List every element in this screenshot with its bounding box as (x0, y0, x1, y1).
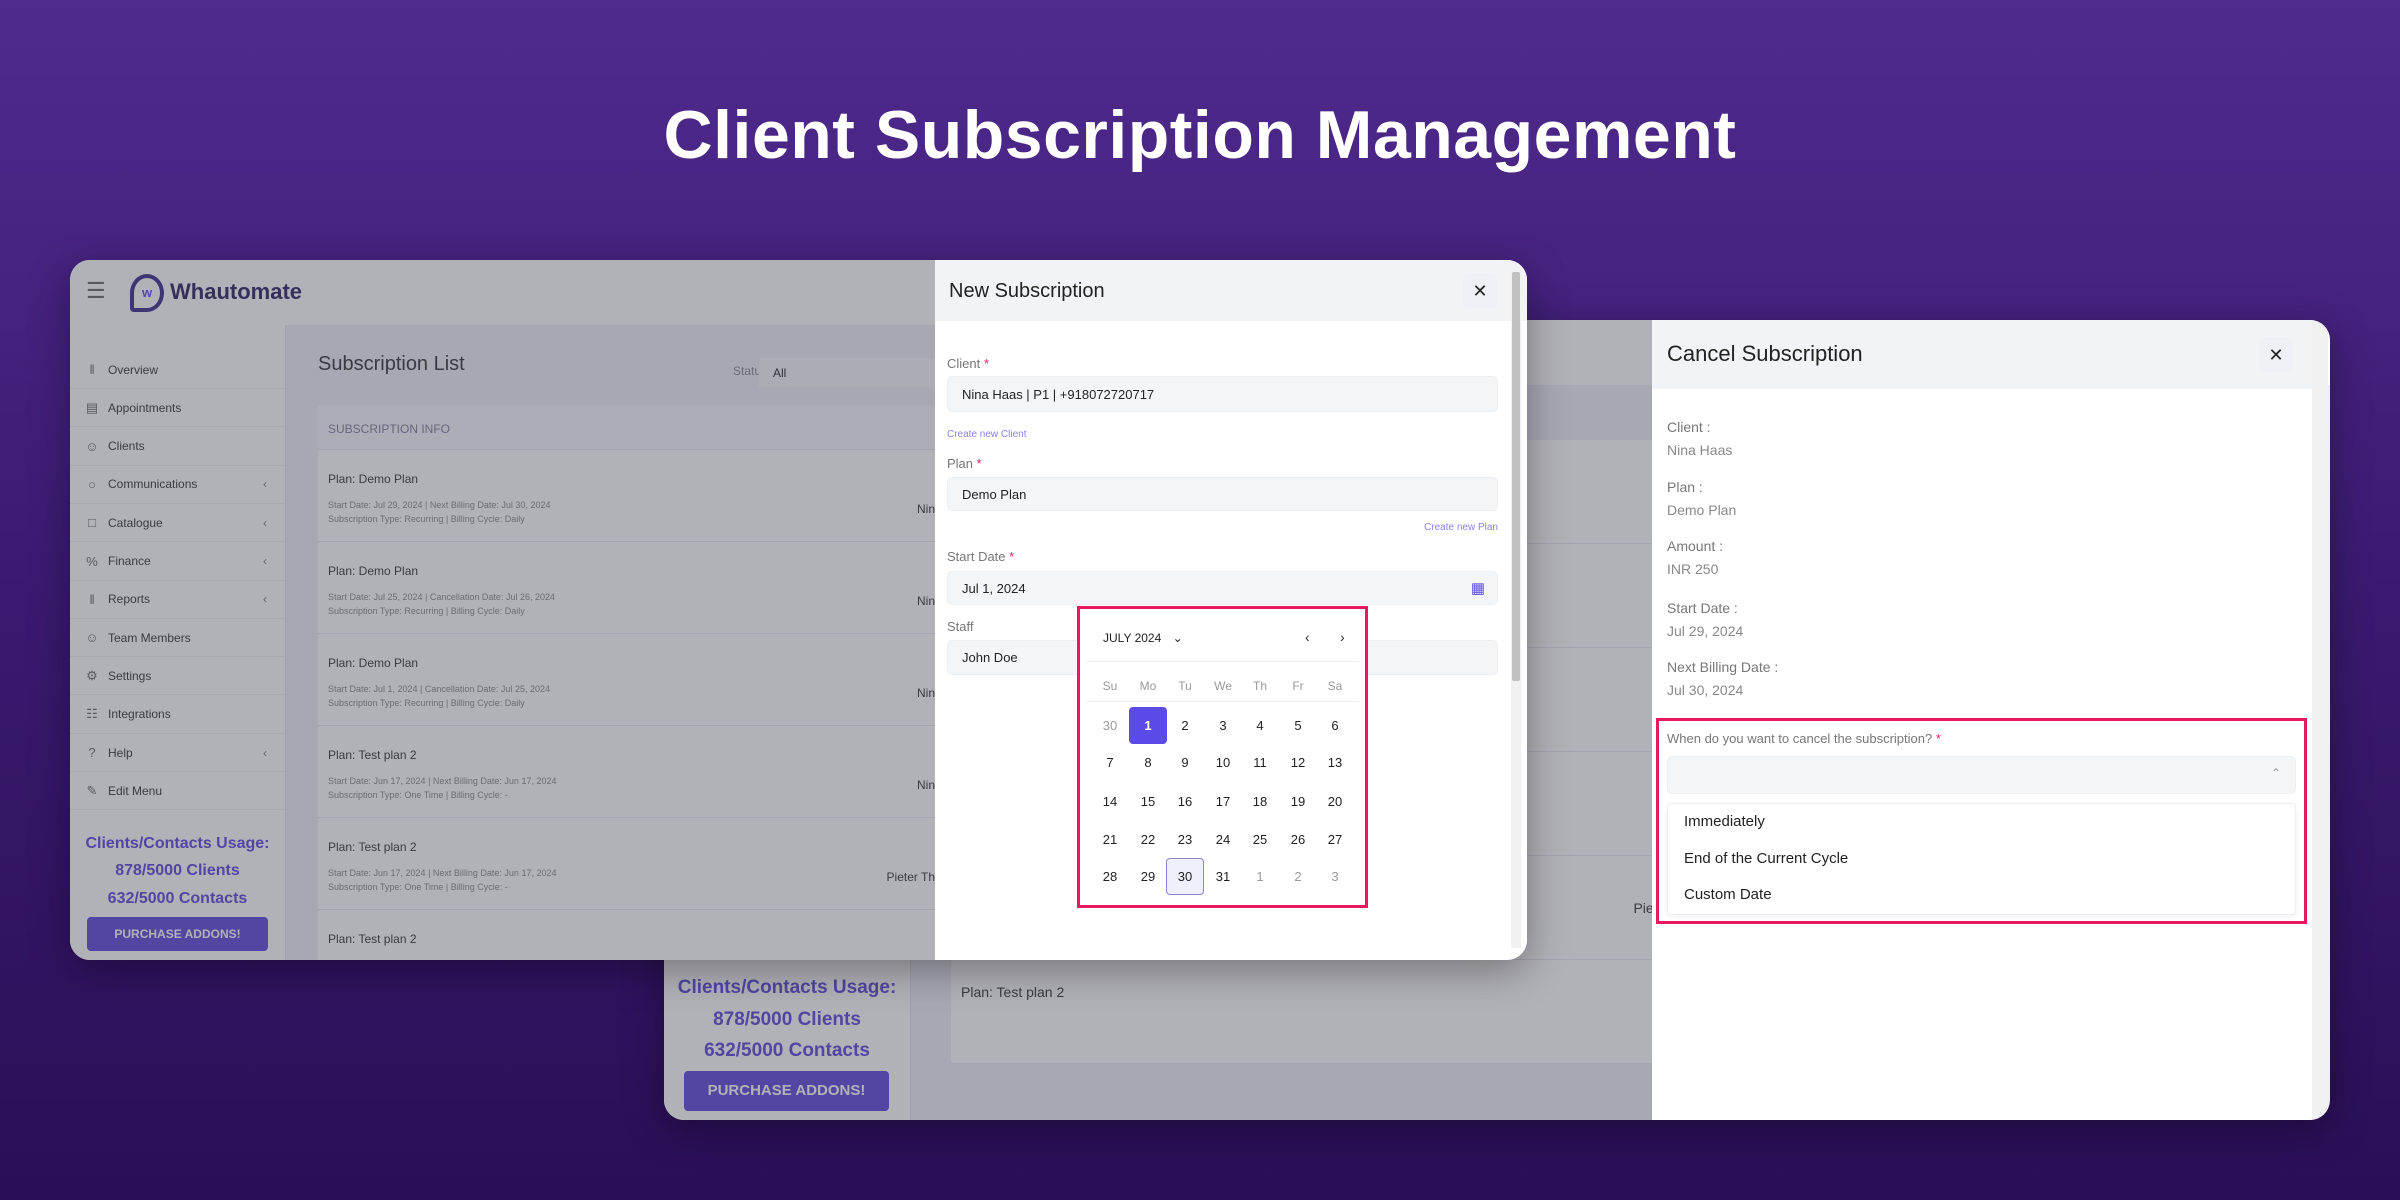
required-mark: * (976, 456, 982, 471)
calendar-day[interactable]: 14 (1091, 783, 1129, 820)
option-end-of-the-current-cycle[interactable]: End of the Current Cycle (1684, 850, 1848, 867)
field-label: Plan : (1667, 479, 1703, 495)
modal-title: New Subscription (949, 280, 1105, 302)
staff-label: Staff (947, 619, 974, 634)
cancel-subscription-panel: Cancel Subscription ✕ Client : Nina Haas P… (1652, 320, 2312, 1120)
calendar-day[interactable]: 22 (1129, 821, 1167, 858)
modal-header: New Subscription ✕ (935, 260, 1527, 321)
field-label: Start Date : (1667, 600, 1738, 616)
weekday-label: Th (1252, 679, 1267, 693)
calendar-day[interactable]: 15 (1129, 783, 1167, 820)
app-window-new: ☰ w Whautomate ‖ Overview ▤ Appointments ☺ Cl… (70, 260, 1527, 960)
new-subscription-modal: New Subscription ✕ Client * Nina Haas | … (935, 260, 1527, 960)
calendar-day[interactable]: 28 (1091, 858, 1129, 895)
date-picker: JULY 2024 ⌄ ‹ › Su Mo Tu We Th Fr Sa 30 1 2 3 4 5 6 7 8… (1077, 606, 1368, 908)
start-date-label-text: Start Date (947, 549, 1006, 564)
weekday-label: Fr (1292, 679, 1304, 693)
calendar-day[interactable]: 7 (1091, 744, 1129, 781)
calendar-day[interactable]: 31 (1204, 858, 1242, 895)
required-mark: * (1009, 549, 1015, 564)
calendar-day[interactable]: 3 (1204, 707, 1242, 744)
calendar-day[interactable]: 9 (1166, 744, 1204, 781)
close-icon[interactable]: ✕ (2259, 338, 2293, 372)
panel-scrollbar[interactable] (2312, 320, 2328, 1120)
modal-scrollbar[interactable] (1511, 272, 1521, 948)
calendar-day[interactable]: 21 (1091, 821, 1129, 858)
calendar-day[interactable]: 30 (1166, 858, 1204, 895)
create-new-plan-link[interactable]: Create new Plan (1424, 522, 1498, 533)
page-title: Client Subscription Management (663, 97, 1737, 173)
calendar-day[interactable]: 4 (1241, 707, 1279, 744)
plan-select[interactable]: Demo Plan (947, 477, 1498, 511)
calendar-day[interactable]: 16 (1166, 783, 1204, 820)
field-value: INR 250 (1667, 561, 1719, 577)
chevron-down-icon[interactable]: ⌄ (1173, 631, 1183, 645)
question-text: When do you want to cancel the subscript… (1667, 731, 1933, 746)
calendar-day[interactable]: 24 (1204, 821, 1242, 858)
divider (1086, 701, 1359, 702)
calendar-day[interactable]: 27 (1316, 821, 1354, 858)
required-mark: * (1935, 731, 1941, 746)
calendar-day[interactable]: 12 (1279, 744, 1317, 781)
field-label: Next Billing Date : (1667, 659, 1779, 675)
create-new-client-link[interactable]: Create new Client (947, 429, 1026, 440)
client-select[interactable]: Nina Haas | P1 | +918072720717 (947, 376, 1498, 412)
plan-label-text: Plan (947, 456, 974, 471)
option-immediately[interactable]: Immediately (1684, 813, 1765, 830)
calendar-day[interactable]: 20 (1316, 783, 1354, 820)
calendar-day[interactable]: 13 (1316, 744, 1354, 781)
calendar-day[interactable]: 29 (1129, 858, 1167, 895)
option-custom-date[interactable]: Custom Date (1684, 886, 1772, 903)
chevron-up-icon[interactable]: ⌃ (2271, 766, 2281, 780)
prev-month-icon[interactable]: ‹ (1305, 629, 1310, 645)
field-label: Client : (1667, 419, 1711, 435)
close-icon[interactable]: ✕ (1463, 274, 1497, 308)
weekday-label: Tu (1178, 679, 1192, 693)
start-date-value: Jul 1, 2024 (962, 580, 1026, 596)
calendar-day[interactable]: 18 (1241, 783, 1279, 820)
calendar-day[interactable]: 19 (1279, 783, 1317, 820)
calendar-day[interactable]: 5 (1279, 707, 1317, 744)
calendar-day[interactable]: 25 (1241, 821, 1279, 858)
next-month-icon[interactable]: › (1340, 629, 1345, 645)
calendar-day[interactable]: 2 (1166, 707, 1204, 744)
field-label: Amount : (1667, 538, 1724, 554)
calendar-day[interactable]: 1 (1241, 858, 1279, 895)
start-date-input[interactable]: Jul 1, 2024 ▦ (947, 571, 1498, 605)
calendar-day[interactable]: 17 (1204, 783, 1242, 820)
panel-header: Cancel Subscription ✕ (1652, 320, 2312, 389)
start-date-label: Start Date * (947, 549, 1014, 564)
modal-backdrop[interactable] (70, 260, 935, 960)
calendar-day[interactable]: 2 (1279, 858, 1317, 895)
field-value: Nina Haas (1667, 442, 1733, 458)
weekday-label: Sa (1327, 679, 1343, 693)
scrollbar-thumb[interactable] (1512, 272, 1520, 681)
client-label: Client * (947, 356, 989, 371)
calendar-icon[interactable]: ▦ (1471, 579, 1485, 597)
panel-title: Cancel Subscription (1667, 341, 1863, 366)
weekday-label: We (1214, 679, 1232, 693)
plan-label: Plan * (947, 456, 982, 471)
selected-day[interactable]: 1 (1129, 707, 1167, 744)
calendar-day[interactable]: 11 (1241, 744, 1279, 781)
calendar-day[interactable]: 30 (1091, 707, 1129, 744)
cancel-timing-label: When do you want to cancel the subscript… (1667, 731, 1941, 746)
client-label-text: Client (947, 356, 981, 371)
divider (1086, 661, 1359, 662)
cancel-timing-select[interactable]: ⌃ (1667, 756, 2296, 794)
calendar-day[interactable]: 3 (1316, 858, 1354, 895)
field-value: Jul 29, 2024 (1667, 623, 1744, 639)
month-label: JULY 2024 (1103, 631, 1162, 645)
calendar-day[interactable]: 6 (1316, 707, 1354, 744)
field-value: Jul 30, 2024 (1667, 682, 1744, 698)
field-value: Demo Plan (1667, 502, 1737, 518)
month-year-selector[interactable]: JULY 2024 ⌄ (1103, 631, 1183, 645)
calendar-day[interactable]: 10 (1204, 744, 1242, 781)
weekday-label: Mo (1139, 679, 1157, 693)
calendar-day[interactable]: 8 (1129, 744, 1167, 781)
required-mark: * (983, 356, 989, 371)
calendar-day[interactable]: 23 (1166, 821, 1204, 858)
weekday-label: Su (1102, 679, 1118, 693)
calendar-day[interactable]: 26 (1279, 821, 1317, 858)
